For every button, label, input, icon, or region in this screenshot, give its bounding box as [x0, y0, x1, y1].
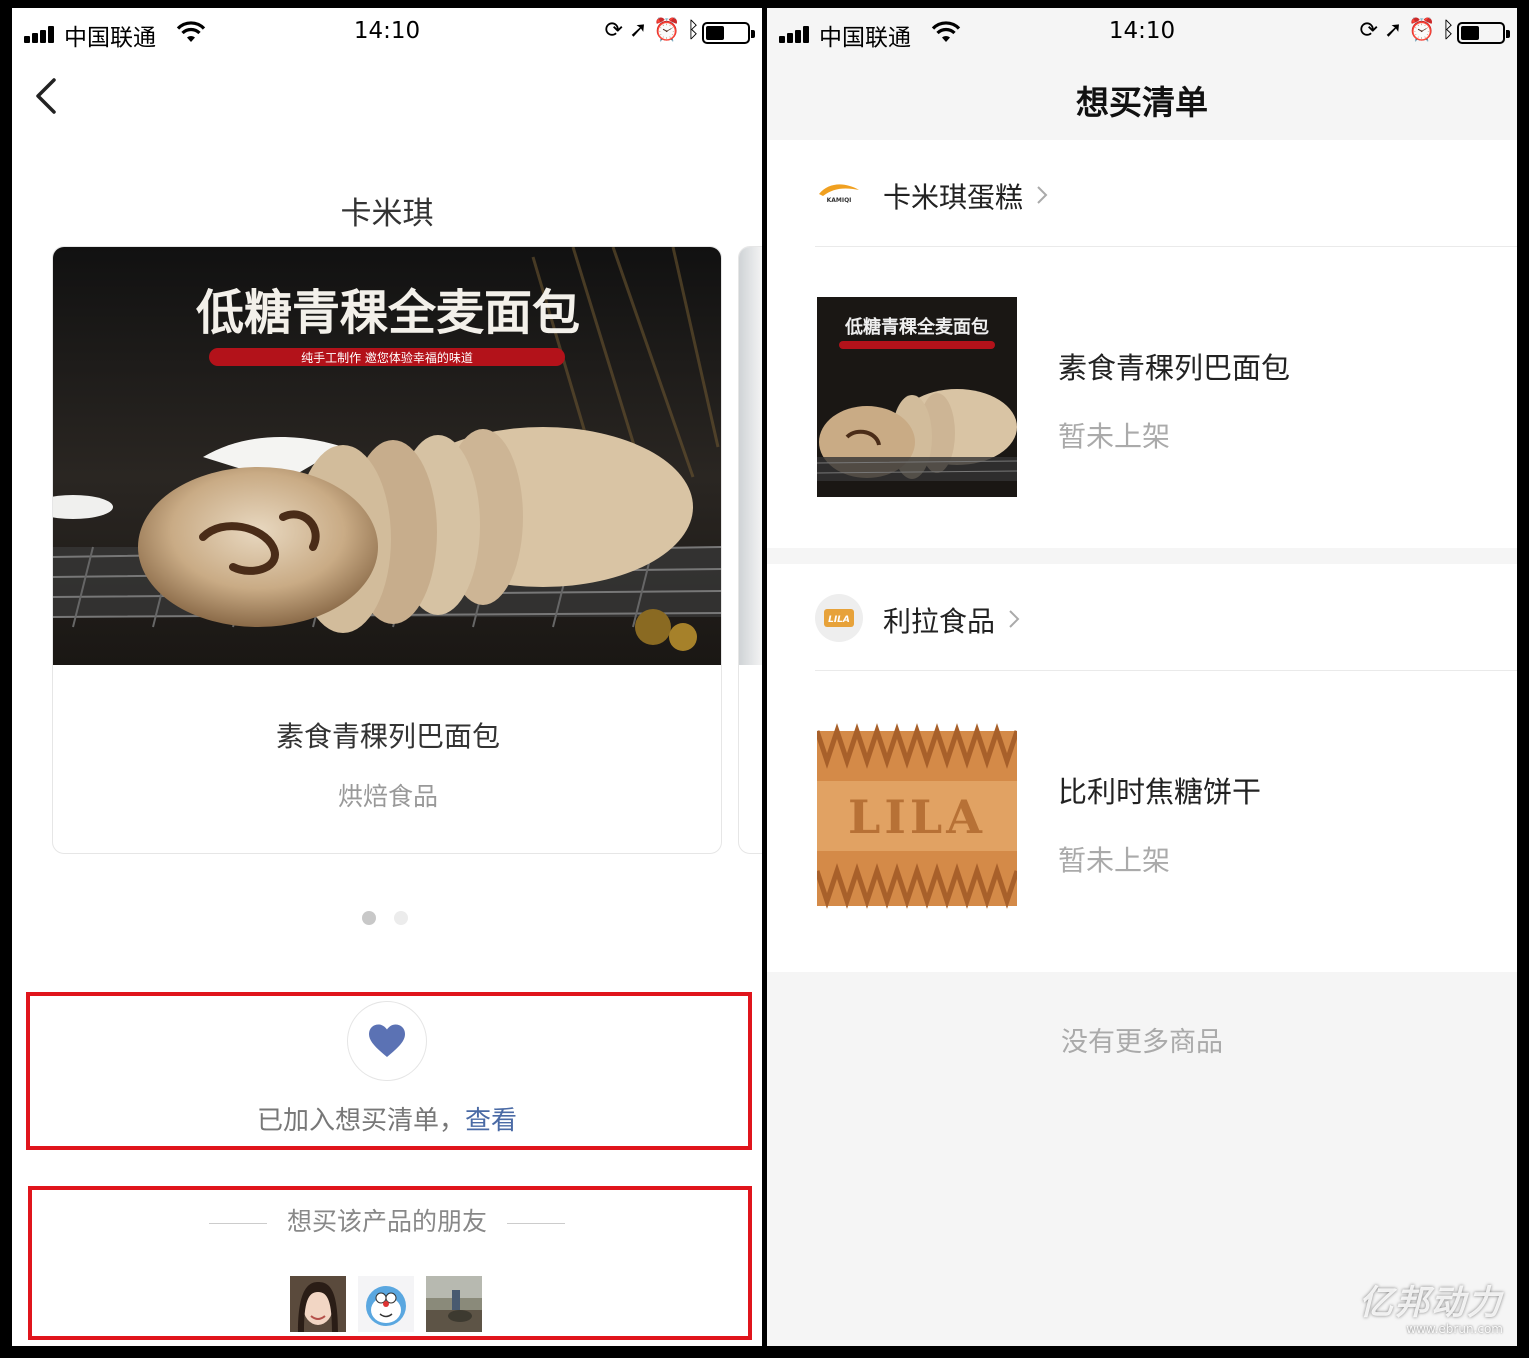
watermark-url: www.ebrun.com	[1406, 1322, 1503, 1336]
status-icons: ⟳➚⏰ᛒ	[605, 18, 706, 43]
item-name: 比利时焦糖饼干	[1058, 775, 1262, 809]
shop-header-kamiqi[interactable]: KAMIQI 卡米琪蛋糕	[767, 140, 1517, 246]
view-wishlist-link[interactable]: 查看	[465, 1106, 517, 1136]
status-bar: 中国联通 14:10 ⟳➚⏰ᛒ	[12, 8, 762, 58]
location-icon: ➚	[1383, 18, 1409, 43]
ebrun-watermark: 亿邦动力 www.ebrun.com	[1359, 1275, 1503, 1336]
heart-icon	[369, 1024, 405, 1057]
list-end-message: 没有更多商品	[1061, 1027, 1223, 1058]
battery-icon	[702, 22, 755, 44]
thumb-cookie-text: LILA	[848, 790, 986, 844]
page-dot-active[interactable]	[362, 911, 376, 925]
shop-section-kamiqi: KAMIQI 卡米琪蛋糕 低糖青稞全麦面包 素食青稞列巴面包 暂未上架	[767, 140, 1517, 548]
item-status: 暂未上架	[1058, 844, 1171, 877]
item-status: 暂未上架	[1058, 420, 1171, 453]
banner-title: 低糖青稞全麦面包	[196, 285, 580, 341]
item-thumbnail: LILA	[817, 721, 1017, 921]
banner-tagline: 纯手工制作 邀您体验幸福的味道	[301, 350, 473, 365]
friends-section-title: 想买该产品的朋友	[12, 1202, 762, 1238]
item-name: 素食青稞列巴面包	[1058, 351, 1291, 385]
wishlist-item[interactable]: 低糖青稞全麦面包 素食青稞列巴面包 暂未上架	[767, 247, 1517, 547]
battery-icon	[1457, 22, 1510, 44]
next-product-card[interactable]	[738, 246, 762, 854]
thumb-banner-text: 低糖青稞全麦面包	[844, 316, 989, 338]
carousel-pagination	[362, 910, 426, 929]
alarm-icon: ⏰	[653, 18, 687, 43]
divider-left	[208, 1222, 267, 1224]
product-category: 烘焙食品	[337, 782, 438, 811]
brand-title: 卡米琪	[340, 196, 434, 232]
shop-section-lila: LILA 利拉食品 LILA 比利时焦糖饼干 暂未上架	[767, 564, 1517, 972]
kamiqi-logo-icon: KAMIQI	[815, 170, 863, 218]
alarm-icon: ⏰	[1408, 18, 1442, 43]
friend-avatar-1[interactable]	[290, 1276, 346, 1332]
watermark-text: 亿邦动力	[1359, 1283, 1503, 1323]
friend-avatar-3[interactable]	[426, 1276, 482, 1332]
status-bar: 中国联通 14:10 ⟳➚⏰ᛒ	[767, 8, 1517, 58]
added-label: 已加入想买清单，	[256, 1106, 465, 1136]
product-photo: 低糖青稞全麦面包 纯手工制作 邀您体验幸福的味道	[53, 247, 721, 665]
product-detail-screen: 中国联通 14:10 ⟳➚⏰ᛒ 卡米琪 低糖青稞全麦面包 纯手工制作 邀您体验幸…	[12, 8, 762, 1346]
wishlist-added-message: 已加入想买清单，查看	[12, 1100, 762, 1137]
chevron-right-icon	[1009, 610, 1020, 628]
status-icons: ⟳➚⏰ᛒ	[1360, 18, 1461, 43]
location-icon: ➚	[628, 18, 654, 43]
next-product-photo	[739, 247, 762, 665]
shop-header-lila[interactable]: LILA 利拉食品	[767, 564, 1517, 670]
friends-title-label: 想买该产品的朋友	[286, 1207, 487, 1236]
page-title: 想买清单	[1076, 83, 1208, 122]
kamiqi-logo-text: KAMIQI	[827, 197, 852, 204]
wishlist-item[interactable]: LILA 比利时焦糖饼干 暂未上架	[767, 671, 1517, 971]
rotation-lock-icon: ⟳	[1359, 18, 1384, 43]
friend-avatar-2[interactable]	[358, 1276, 414, 1332]
shop-name: 利拉食品	[883, 605, 996, 638]
back-chevron-icon[interactable]	[32, 76, 60, 116]
wishlist-screen: 中国联通 14:10 ⟳➚⏰ᛒ 想买清单 KAMIQI 卡米琪蛋糕 低糖青稞全麦…	[767, 8, 1517, 1346]
divider-right	[507, 1222, 565, 1224]
page-dot[interactable]	[394, 911, 408, 925]
product-name: 素食青稞列巴面包	[275, 720, 500, 753]
product-card[interactable]: 低糖青稞全麦面包 纯手工制作 邀您体验幸福的味道 素食青稞列巴面包 烘焙食品	[52, 246, 722, 854]
screenshot-frame: 中国联通 14:10 ⟳➚⏰ᛒ 卡米琪 低糖青稞全麦面包 纯手工制作 邀您体验幸…	[0, 0, 1529, 1358]
lila-logo-text: LILA	[828, 615, 850, 625]
lila-logo-icon: LILA	[815, 594, 863, 642]
shop-name: 卡米琪蛋糕	[883, 181, 1024, 214]
wishlist-heart-button[interactable]	[347, 1001, 427, 1081]
item-thumbnail: 低糖青稞全麦面包	[817, 297, 1017, 497]
chevron-right-icon	[1037, 186, 1048, 204]
rotation-lock-icon: ⟳	[604, 18, 629, 43]
